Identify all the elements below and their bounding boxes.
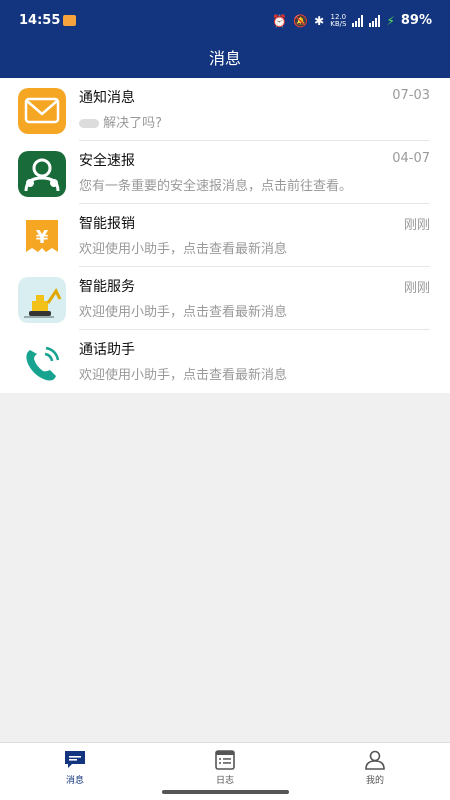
tab-log[interactable]: 日志 (150, 743, 300, 793)
signal-5g-icon (369, 14, 381, 27)
message-title: 通话助手 (79, 342, 135, 358)
log-icon (215, 750, 235, 770)
envelope-icon (18, 88, 66, 134)
signal-icon (352, 14, 364, 27)
excavator-icon (18, 277, 66, 323)
message-title: 智能报销 (79, 216, 135, 232)
tab-messages[interactable]: 消息 (0, 743, 150, 793)
phone-call-icon (18, 340, 66, 386)
app-notification-icon (63, 15, 76, 26)
message-time: 刚刚 (403, 281, 430, 296)
charging-icon: ⚡ (386, 13, 395, 28)
tab-label: 消息 (65, 776, 84, 786)
message-item-call-assistant[interactable]: 通话助手 欢迎使用小助手，点击查看最新消息 (0, 330, 450, 393)
message-title: 智能服务 (79, 279, 135, 295)
message-preview: 欢迎使用小助手，点击查看最新消息 (79, 305, 288, 320)
tab-label: 日志 (215, 776, 234, 786)
message-item-smart-service[interactable]: 智能服务 刚刚 欢迎使用小助手，点击查看最新消息 (0, 267, 450, 330)
tab-label: 我的 (365, 776, 384, 786)
bluetooth-icon: ✱ (314, 13, 325, 28)
status-time: 14:55 (19, 13, 61, 28)
message-preview: 欢迎使用小助手，点击查看最新消息 (79, 368, 288, 383)
status-indicators: ⏰ 🔕 ✱ 12.0 KB/S ⚡ 89% (272, 13, 432, 28)
svg-text:¥: ¥ (36, 227, 49, 248)
message-icon (65, 751, 85, 768)
message-preview: 您有一条重要的安全速报消息，点击前往查看。 (79, 179, 353, 194)
home-indicator[interactable] (162, 790, 289, 794)
message-item-notice[interactable]: 通知消息 07-03 解决了吗? (0, 78, 450, 141)
message-item-safety[interactable]: 安全速报 04-07 您有一条重要的安全速报消息，点击前往查看。 (0, 141, 450, 204)
message-time: 刚刚 (403, 218, 430, 233)
cloud-icon (79, 119, 99, 128)
message-title: 通知消息 (79, 90, 135, 106)
alarm-icon: ⏰ (272, 13, 288, 28)
yen-receipt-icon: ¥ (18, 214, 66, 260)
mute-icon: 🔕 (293, 13, 309, 28)
message-item-reimbursement[interactable]: ¥ 智能报销 刚刚 欢迎使用小助手，点击查看最新消息 (0, 204, 450, 267)
tab-profile[interactable]: 我的 (300, 743, 450, 793)
page-title: 消息 (0, 40, 450, 78)
message-title: 安全速报 (79, 153, 135, 169)
network-speed: 12.0 KB/S (330, 13, 347, 28)
message-preview-text: 解决了吗? (103, 116, 163, 131)
network-speed-unit: KB/S (330, 19, 347, 28)
message-list: 通知消息 07-03 解决了吗? 安全速报 04-07 您有一条重要的安全速报消… (0, 78, 450, 393)
profile-icon (365, 750, 385, 770)
message-time: 04-07 (392, 151, 430, 166)
battery-level: 89% (400, 13, 432, 28)
message-preview: 欢迎使用小助手，点击查看最新消息 (79, 242, 288, 257)
message-time: 07-03 (392, 88, 430, 103)
safety-person-icon (18, 151, 66, 197)
message-preview: 解决了吗? (79, 112, 162, 131)
status-bar: 14:55 ⏰ 🔕 ✱ 12.0 KB/S ⚡ 89% (0, 0, 450, 40)
